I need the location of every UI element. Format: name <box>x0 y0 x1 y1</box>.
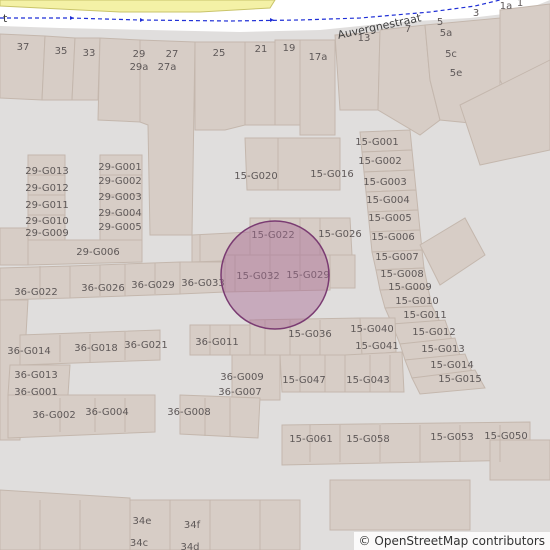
house-number: 27 <box>166 49 179 60</box>
unit-label: 15-G011 <box>403 310 447 321</box>
unit-label: 15-G001 <box>355 137 399 148</box>
unit-label: 15-G041 <box>355 341 399 352</box>
unit-label: 15-G050 <box>484 431 528 442</box>
unit-label: 15-G026 <box>318 229 362 240</box>
unit-label: 15-G009 <box>388 282 432 293</box>
unit-label: 29-G013 <box>25 166 69 177</box>
building <box>489 439 550 481</box>
unit-label: 36-G004 <box>85 407 129 418</box>
unit-label: 29-G002 <box>98 176 142 187</box>
house-number: 21 <box>255 44 268 55</box>
house-number: 25 <box>213 48 226 59</box>
house-number: 17a <box>309 52 328 63</box>
unit-label: 36-G002 <box>32 410 76 421</box>
building <box>129 499 301 550</box>
unit-label: 36-G001 <box>14 387 58 398</box>
unit-label: 15-G006 <box>371 232 415 243</box>
house-number: 27a <box>158 62 177 73</box>
unit-label: 36-G029 <box>131 280 175 291</box>
unit-label: 15-G008 <box>380 269 424 280</box>
unit-label: 36-G033 <box>181 278 225 289</box>
attribution-link[interactable]: OpenStreetMap contributors <box>374 534 545 548</box>
building <box>7 394 156 439</box>
unit-label: 15-G014 <box>430 360 474 371</box>
house-number: 29a <box>130 62 149 73</box>
unit-label: 36-G011 <box>195 337 239 348</box>
house-number: 34c <box>130 538 148 549</box>
unit-label: 15-G058 <box>346 434 390 445</box>
unit-label: 29-G009 <box>25 228 69 239</box>
copyright-symbol: © <box>358 534 371 548</box>
house-number: 34f <box>184 520 201 531</box>
house-number: 34e <box>133 516 152 527</box>
unit-label: 36-G018 <box>74 343 118 354</box>
unit-label: 15-G005 <box>368 213 412 224</box>
house-number: 1a <box>500 1 513 12</box>
building <box>244 137 279 191</box>
house-number: 5e <box>450 68 463 79</box>
unit-label: 36-G008 <box>167 407 211 418</box>
building <box>0 489 131 550</box>
map-canvas[interactable]: 37 35 33 29 29a 27 27a 25 21 19 17a 13 7… <box>0 0 550 550</box>
unit-label: 29-G011 <box>25 200 69 211</box>
unit-label: 29-G005 <box>98 222 142 233</box>
unit-label: 29-G004 <box>98 208 142 219</box>
street-name-fragment: t <box>3 12 8 25</box>
unit-label: 15-G013 <box>421 344 465 355</box>
unit-label: 36-G009 <box>220 372 264 383</box>
unit-label: 15-G016 <box>310 169 354 180</box>
unit-label: 15-G004 <box>366 195 410 206</box>
unit-label: 36-G026 <box>81 283 125 294</box>
unit-label: 36-G022 <box>14 287 58 298</box>
unit-label: 36-G007 <box>218 387 262 398</box>
map-attribution: © OpenStreetMap contributors <box>353 532 550 550</box>
building <box>0 227 29 266</box>
unit-label: 15-G040 <box>350 324 394 335</box>
house-number: 35 <box>55 46 68 57</box>
house-number: 5 <box>437 17 443 28</box>
unit-label: 29-G003 <box>98 192 142 203</box>
unit-label: 15-G010 <box>395 296 439 307</box>
unit-label: 36-G013 <box>14 370 58 381</box>
building <box>329 479 471 531</box>
house-number: 5c <box>445 49 457 60</box>
building <box>279 354 346 393</box>
unit-label: 15-G043 <box>346 375 390 386</box>
house-number: 1 <box>517 0 523 9</box>
unit-label: 15-G047 <box>282 375 326 386</box>
unit-label: 36-G014 <box>7 346 51 357</box>
house-number: 19 <box>283 43 296 54</box>
building <box>329 254 356 289</box>
unit-label: 36-G021 <box>124 340 168 351</box>
unit-label: 29-G001 <box>98 162 142 173</box>
location-marker[interactable] <box>220 220 330 330</box>
building <box>277 137 341 191</box>
unit-label: 15-G002 <box>358 156 402 167</box>
unit-label: 15-G003 <box>363 177 407 188</box>
house-number: 34d <box>180 542 199 550</box>
unit-label: 15-G053 <box>430 432 474 443</box>
unit-label: 15-G036 <box>288 329 332 340</box>
house-number: 33 <box>83 48 96 59</box>
unit-label: 15-G061 <box>289 434 333 445</box>
unit-label: 15-G020 <box>234 171 278 182</box>
unit-label: 29-G012 <box>25 183 69 194</box>
unit-label: 29-G010 <box>25 216 69 227</box>
building <box>344 351 405 393</box>
unit-label: 15-G015 <box>438 374 482 385</box>
house-number: 3 <box>473 8 479 19</box>
house-number: 5a <box>440 28 453 39</box>
house-number: 37 <box>17 42 30 53</box>
unit-label: 15-G012 <box>412 327 456 338</box>
unit-label: 15-G007 <box>375 252 419 263</box>
house-number: 29 <box>133 49 146 60</box>
map-view[interactable]: 37 35 33 29 29a 27 27a 25 21 19 17a 13 7… <box>0 0 550 550</box>
unit-label: 29-G006 <box>76 247 120 258</box>
